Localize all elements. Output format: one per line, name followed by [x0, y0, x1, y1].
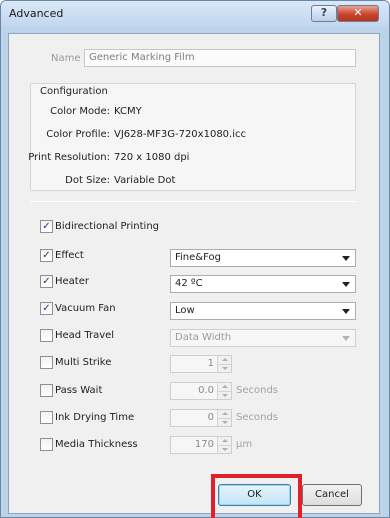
vacuum-fan-select[interactable]: Low [170, 302, 356, 320]
help-button[interactable]: ? [311, 5, 337, 22]
pass-wait-unit: Seconds [236, 385, 279, 396]
print-resolution-label: Print Resolution: [28, 152, 110, 163]
spin-down-icon[interactable] [217, 418, 231, 426]
heater-label: Heater [55, 276, 89, 287]
spin-up-icon[interactable] [217, 437, 231, 445]
heater-select[interactable]: 42 ºC [170, 275, 356, 293]
chevron-down-icon [342, 256, 350, 261]
effect-value: Fine&Fog [175, 252, 221, 263]
vacuum-fan-value: Low [175, 305, 195, 316]
chevron-down-icon [342, 309, 350, 314]
heater-checkbox[interactable]: ✓ [40, 275, 53, 288]
bidirectional-label: Bidirectional Printing [55, 221, 160, 232]
spin-up-icon[interactable] [217, 410, 231, 418]
cancel-button[interactable]: Cancel [302, 484, 362, 506]
pass-wait-value: 0.0 [198, 385, 214, 396]
highlight-box [211, 474, 302, 518]
print-resolution-value: 720 x 1080 dpi [114, 152, 190, 163]
title-bar[interactable]: Advanced ? ✕ [1, 1, 389, 27]
color-mode-value: KCMY [114, 106, 142, 117]
media-thickness-spinner[interactable]: 170 [170, 436, 232, 454]
close-icon: ✕ [353, 6, 363, 19]
spin-down-icon[interactable] [217, 364, 231, 372]
ink-drying-checkbox[interactable] [40, 411, 53, 424]
dot-size-value: Variable Dot [114, 175, 176, 186]
effect-label: Effect [55, 250, 84, 261]
vacuum-fan-checkbox[interactable]: ✓ [40, 302, 53, 315]
media-thickness-value: 170 [194, 439, 214, 450]
vacuum-fan-label: Vacuum Fan [55, 303, 116, 314]
ink-drying-spinner[interactable]: 0 [170, 409, 232, 427]
effect-checkbox[interactable]: ✓ [40, 249, 53, 262]
configuration-heading: Configuration [40, 86, 110, 97]
multi-strike-checkbox[interactable] [40, 356, 53, 369]
pass-wait-checkbox[interactable] [40, 384, 53, 397]
window-title: Advanced [9, 7, 64, 20]
head-travel-select[interactable]: Data Width [170, 329, 356, 347]
head-travel-value: Data Width [175, 332, 232, 343]
ink-drying-label: Ink Drying Time [55, 412, 135, 423]
multi-strike-label: Multi Strike [55, 357, 112, 368]
color-profile-value: VJ628-MF3G-720x1080.icc [114, 129, 246, 140]
multi-strike-spinner[interactable]: 1 [170, 355, 232, 373]
bidirectional-checkbox[interactable]: ✓ [40, 220, 53, 233]
media-thickness-label: Media Thickness [55, 439, 138, 450]
spin-up-icon[interactable] [217, 356, 231, 364]
help-icon: ? [320, 6, 328, 19]
close-button[interactable]: ✕ [337, 5, 379, 22]
spin-up-icon[interactable] [217, 383, 231, 391]
head-travel-label: Head Travel [55, 330, 115, 341]
ink-drying-value: 0 [207, 412, 214, 423]
name-field[interactable]: Generic Marking Film [84, 49, 356, 67]
ink-drying-unit: Seconds [236, 412, 279, 423]
color-mode-label: Color Mode: [50, 106, 110, 117]
dot-size-label: Dot Size: [65, 175, 110, 186]
spin-down-icon[interactable] [217, 391, 231, 399]
media-thickness-unit: µm [236, 439, 253, 450]
head-travel-checkbox[interactable] [40, 329, 53, 342]
color-profile-label: Color Profile: [46, 129, 110, 140]
divider [30, 201, 356, 202]
pass-wait-spinner[interactable]: 0.0 [170, 382, 232, 400]
name-label: Name [51, 53, 81, 64]
pass-wait-label: Pass Wait [55, 385, 103, 396]
heater-value: 42 ºC [175, 278, 203, 289]
effect-select[interactable]: Fine&Fog [170, 249, 356, 267]
chevron-down-icon [342, 282, 350, 287]
media-thickness-checkbox[interactable] [40, 438, 53, 451]
spin-down-icon[interactable] [217, 445, 231, 453]
chevron-down-icon [342, 336, 350, 341]
multi-strike-value: 1 [207, 358, 214, 369]
